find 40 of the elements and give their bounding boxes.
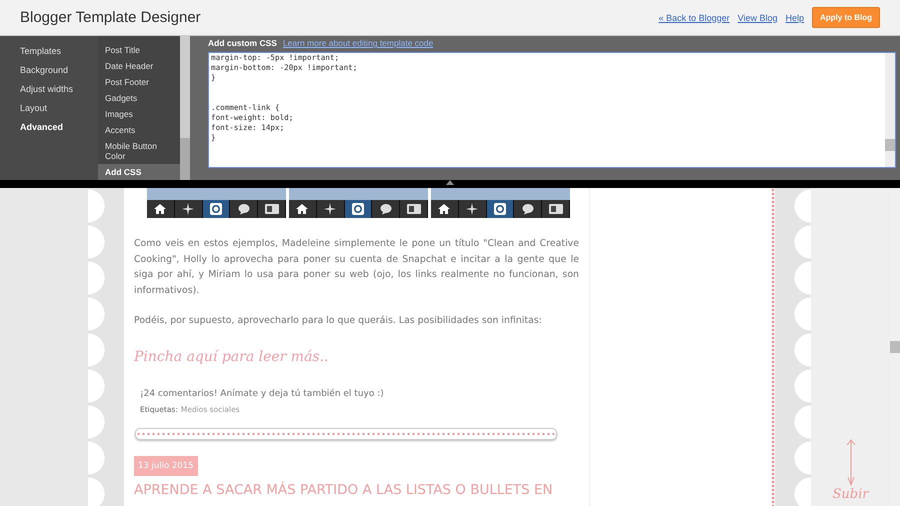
comments-link[interactable]: ¡24 comentarios! Anímate y deja tú también el tuyo :): [140, 386, 579, 402]
subnav-item[interactable]: Images: [98, 106, 180, 122]
camera-icon: [352, 203, 364, 215]
sparkle-icon: [466, 203, 478, 215]
subnav-item[interactable]: Mobile Button Color: [98, 138, 180, 164]
nav-item[interactable]: Templates: [20, 42, 98, 61]
subnav-item[interactable]: Post Title: [98, 42, 180, 58]
subnav-item[interactable]: Add CSS: [98, 164, 180, 180]
speech-bubble-icon: [380, 203, 392, 215]
header-link[interactable]: View Blog: [738, 12, 778, 22]
home-icon: [296, 203, 308, 215]
arrow-icon[interactable]: [846, 439, 856, 487]
nav-item[interactable]: Layout: [20, 99, 98, 118]
subnav-item[interactable]: Gadgets: [98, 90, 180, 106]
nav-item[interactable]: Advanced: [20, 118, 98, 137]
speech-bubble-icon: [238, 203, 250, 215]
header-link[interactable]: « Back to Blogger: [658, 12, 730, 22]
subnav-item[interactable]: Post Footer: [98, 74, 180, 90]
nav-item[interactable]: Background: [20, 61, 98, 80]
scrollbar[interactable]: [180, 36, 190, 180]
speech-bubble-icon: [522, 203, 534, 215]
subnav-item[interactable]: Accents: [98, 122, 180, 138]
subnav-item[interactable]: Date Header: [98, 58, 180, 74]
nav-item[interactable]: Adjust widths: [20, 80, 98, 99]
sparkle-icon: [182, 203, 194, 215]
home-icon: [438, 203, 450, 215]
header-link[interactable]: Help: [785, 12, 804, 22]
date-badge: 13 julio 2015: [134, 456, 198, 476]
sparkle-icon: [324, 203, 336, 215]
post-paragraph: Como veis en estos ejemplos, Madeleine simplemente le pone un título "Clean and Creative Cooking", Holly lo aprovecha para poner su cuenta de Snapchat e incitar a la gente que le siga por ahí, y Miriam lo usa para poner su web (ojo, los links realmente no funcionan, son informativos).: [134, 237, 579, 298]
editor-label: Add custom CSS: [208, 38, 277, 48]
home-icon: [154, 203, 166, 215]
camera-icon: [210, 203, 222, 215]
camera-icon: [494, 203, 506, 215]
id-card-icon: [406, 204, 421, 214]
page-scrollbar[interactable]: [890, 188, 900, 506]
id-card-icon: [548, 204, 563, 214]
post-paragraph: Podéis, por supuesto, aprovecharlo para lo que queráis. Las posibilidades son infinitas:: [134, 314, 543, 328]
app-title: Blogger Template Designer: [20, 9, 202, 26]
id-card-icon: [264, 204, 279, 214]
